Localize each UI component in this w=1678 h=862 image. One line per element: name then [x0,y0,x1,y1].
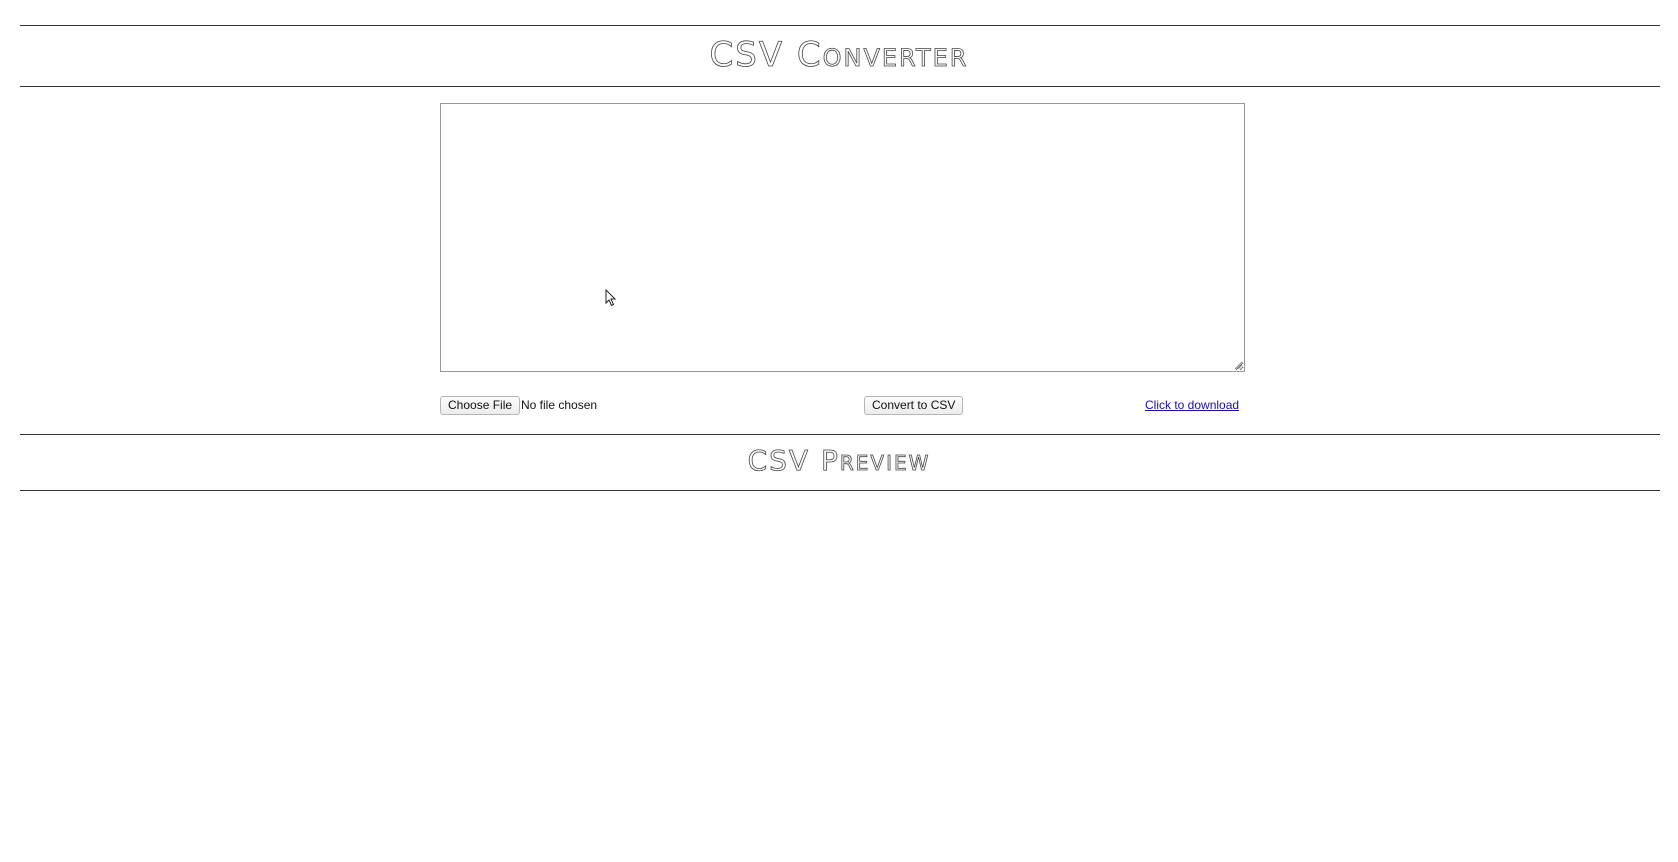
choose-file-button[interactable]: Choose File [440,396,521,415]
download-link[interactable]: Click to download [1145,397,1239,414]
preview-top-rule [20,434,1660,435]
file-status-text: No file chosen [521,398,598,412]
preview-title: CSV Preview [747,444,931,478]
preview-area [20,491,1660,851]
header-top-rule [20,25,1660,26]
input-textarea[interactable] [440,103,1245,372]
header-bottom-rule [20,86,1660,87]
mouse-pointer-icon [605,289,617,307]
convert-to-csv-button[interactable]: Convert to CSV [864,396,964,415]
page-title: CSV Converter [709,35,969,76]
resize-grip-icon[interactable] [1233,360,1243,370]
